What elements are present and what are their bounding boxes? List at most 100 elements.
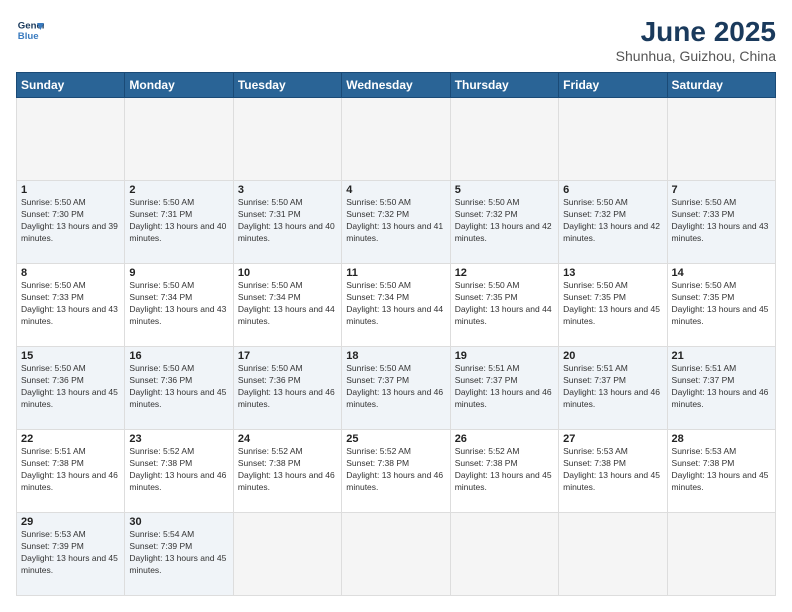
header: General Blue June 2025 Shunhua, Guizhou,…: [16, 16, 776, 64]
day-number: 7: [672, 184, 771, 196]
table-row: 5Sunrise: 5:50 AMSunset: 7:32 PMDaylight…: [450, 181, 558, 264]
table-row: 4Sunrise: 5:50 AMSunset: 7:32 PMDaylight…: [342, 181, 450, 264]
table-row: 28Sunrise: 5:53 AMSunset: 7:38 PMDayligh…: [667, 430, 775, 513]
day-info: Sunrise: 5:53 AMSunset: 7:38 PMDaylight:…: [563, 446, 662, 494]
day-info: Sunrise: 5:50 AMSunset: 7:35 PMDaylight:…: [563, 280, 662, 328]
day-number: 9: [129, 267, 228, 279]
title-block: June 2025 Shunhua, Guizhou, China: [616, 16, 776, 64]
table-row: 26Sunrise: 5:52 AMSunset: 7:38 PMDayligh…: [450, 430, 558, 513]
calendar-table: Sunday Monday Tuesday Wednesday Thursday…: [16, 72, 776, 596]
day-number: 14: [672, 267, 771, 279]
col-thursday: Thursday: [450, 73, 558, 98]
day-info: Sunrise: 5:50 AMSunset: 7:34 PMDaylight:…: [129, 280, 228, 328]
day-number: 2: [129, 184, 228, 196]
table-row: 25Sunrise: 5:52 AMSunset: 7:38 PMDayligh…: [342, 430, 450, 513]
calendar-week-row: [17, 98, 776, 181]
day-number: 20: [563, 350, 662, 362]
table-row: 7Sunrise: 5:50 AMSunset: 7:33 PMDaylight…: [667, 181, 775, 264]
day-number: 16: [129, 350, 228, 362]
day-number: 27: [563, 433, 662, 445]
table-row: [667, 98, 775, 181]
table-row: [667, 513, 775, 596]
day-info: Sunrise: 5:50 AMSunset: 7:35 PMDaylight:…: [455, 280, 554, 328]
day-info: Sunrise: 5:51 AMSunset: 7:37 PMDaylight:…: [563, 363, 662, 411]
page: General Blue June 2025 Shunhua, Guizhou,…: [0, 0, 792, 612]
table-row: 18Sunrise: 5:50 AMSunset: 7:37 PMDayligh…: [342, 347, 450, 430]
day-info: Sunrise: 5:50 AMSunset: 7:33 PMDaylight:…: [21, 280, 120, 328]
day-info: Sunrise: 5:50 AMSunset: 7:32 PMDaylight:…: [346, 197, 445, 245]
title-month: June 2025: [616, 16, 776, 48]
day-number: 4: [346, 184, 445, 196]
day-number: 11: [346, 267, 445, 279]
col-friday: Friday: [559, 73, 667, 98]
day-number: 10: [238, 267, 337, 279]
day-info: Sunrise: 5:50 AMSunset: 7:36 PMDaylight:…: [21, 363, 120, 411]
logo: General Blue: [16, 16, 44, 44]
day-number: 23: [129, 433, 228, 445]
day-number: 15: [21, 350, 120, 362]
calendar-week-row: 1Sunrise: 5:50 AMSunset: 7:30 PMDaylight…: [17, 181, 776, 264]
calendar-week-row: 15Sunrise: 5:50 AMSunset: 7:36 PMDayligh…: [17, 347, 776, 430]
table-row: [233, 513, 341, 596]
day-info: Sunrise: 5:50 AMSunset: 7:31 PMDaylight:…: [129, 197, 228, 245]
day-info: Sunrise: 5:50 AMSunset: 7:37 PMDaylight:…: [346, 363, 445, 411]
day-info: Sunrise: 5:52 AMSunset: 7:38 PMDaylight:…: [455, 446, 554, 494]
day-number: 3: [238, 184, 337, 196]
table-row: [17, 98, 125, 181]
day-info: Sunrise: 5:53 AMSunset: 7:38 PMDaylight:…: [672, 446, 771, 494]
day-info: Sunrise: 5:50 AMSunset: 7:30 PMDaylight:…: [21, 197, 120, 245]
table-row: [450, 513, 558, 596]
table-row: [233, 98, 341, 181]
svg-text:Blue: Blue: [18, 31, 39, 42]
day-number: 24: [238, 433, 337, 445]
day-info: Sunrise: 5:50 AMSunset: 7:35 PMDaylight:…: [672, 280, 771, 328]
day-info: Sunrise: 5:53 AMSunset: 7:39 PMDaylight:…: [21, 529, 120, 577]
table-row: 8Sunrise: 5:50 AMSunset: 7:33 PMDaylight…: [17, 264, 125, 347]
calendar-header-row: Sunday Monday Tuesday Wednesday Thursday…: [17, 73, 776, 98]
table-row: 19Sunrise: 5:51 AMSunset: 7:37 PMDayligh…: [450, 347, 558, 430]
logo-icon: General Blue: [16, 16, 44, 44]
table-row: [342, 513, 450, 596]
day-info: Sunrise: 5:50 AMSunset: 7:36 PMDaylight:…: [238, 363, 337, 411]
table-row: 11Sunrise: 5:50 AMSunset: 7:34 PMDayligh…: [342, 264, 450, 347]
calendar-week-row: 29Sunrise: 5:53 AMSunset: 7:39 PMDayligh…: [17, 513, 776, 596]
table-row: 14Sunrise: 5:50 AMSunset: 7:35 PMDayligh…: [667, 264, 775, 347]
table-row: 20Sunrise: 5:51 AMSunset: 7:37 PMDayligh…: [559, 347, 667, 430]
day-info: Sunrise: 5:50 AMSunset: 7:31 PMDaylight:…: [238, 197, 337, 245]
day-info: Sunrise: 5:50 AMSunset: 7:32 PMDaylight:…: [563, 197, 662, 245]
day-info: Sunrise: 5:52 AMSunset: 7:38 PMDaylight:…: [346, 446, 445, 494]
table-row: 22Sunrise: 5:51 AMSunset: 7:38 PMDayligh…: [17, 430, 125, 513]
day-info: Sunrise: 5:51 AMSunset: 7:38 PMDaylight:…: [21, 446, 120, 494]
table-row: 27Sunrise: 5:53 AMSunset: 7:38 PMDayligh…: [559, 430, 667, 513]
day-number: 19: [455, 350, 554, 362]
table-row: [559, 513, 667, 596]
table-row: 13Sunrise: 5:50 AMSunset: 7:35 PMDayligh…: [559, 264, 667, 347]
day-info: Sunrise: 5:50 AMSunset: 7:34 PMDaylight:…: [346, 280, 445, 328]
table-row: 1Sunrise: 5:50 AMSunset: 7:30 PMDaylight…: [17, 181, 125, 264]
table-row: [342, 98, 450, 181]
table-row: 15Sunrise: 5:50 AMSunset: 7:36 PMDayligh…: [17, 347, 125, 430]
day-number: 25: [346, 433, 445, 445]
day-number: 13: [563, 267, 662, 279]
table-row: 24Sunrise: 5:52 AMSunset: 7:38 PMDayligh…: [233, 430, 341, 513]
day-number: 30: [129, 516, 228, 528]
day-number: 5: [455, 184, 554, 196]
col-saturday: Saturday: [667, 73, 775, 98]
day-number: 12: [455, 267, 554, 279]
table-row: 29Sunrise: 5:53 AMSunset: 7:39 PMDayligh…: [17, 513, 125, 596]
day-info: Sunrise: 5:51 AMSunset: 7:37 PMDaylight:…: [672, 363, 771, 411]
col-tuesday: Tuesday: [233, 73, 341, 98]
calendar-week-row: 8Sunrise: 5:50 AMSunset: 7:33 PMDaylight…: [17, 264, 776, 347]
table-row: 2Sunrise: 5:50 AMSunset: 7:31 PMDaylight…: [125, 181, 233, 264]
day-number: 22: [21, 433, 120, 445]
day-number: 29: [21, 516, 120, 528]
table-row: 23Sunrise: 5:52 AMSunset: 7:38 PMDayligh…: [125, 430, 233, 513]
day-number: 17: [238, 350, 337, 362]
day-info: Sunrise: 5:50 AMSunset: 7:33 PMDaylight:…: [672, 197, 771, 245]
day-number: 1: [21, 184, 120, 196]
day-number: 18: [346, 350, 445, 362]
day-number: 8: [21, 267, 120, 279]
table-row: 12Sunrise: 5:50 AMSunset: 7:35 PMDayligh…: [450, 264, 558, 347]
col-sunday: Sunday: [17, 73, 125, 98]
table-row: 17Sunrise: 5:50 AMSunset: 7:36 PMDayligh…: [233, 347, 341, 430]
